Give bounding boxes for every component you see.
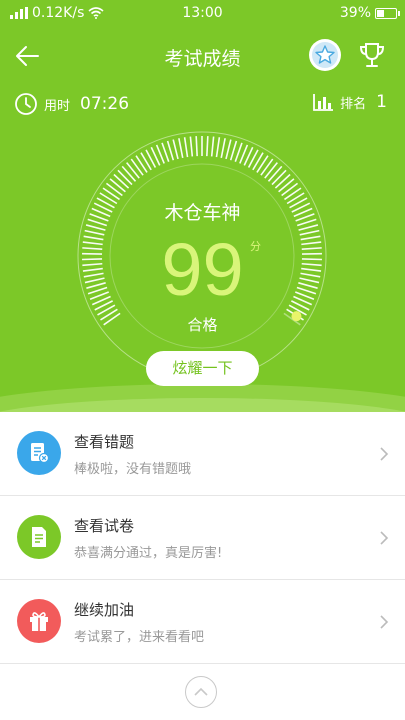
- clock-icon: [15, 93, 37, 115]
- gauge-tick: [278, 178, 295, 193]
- gauge-tick: [183, 137, 189, 158]
- gauge-tick: [189, 136, 194, 157]
- gauge-tick: [130, 158, 144, 176]
- gauge-tick: [113, 173, 130, 189]
- user-name: 木仓车神: [164, 202, 241, 224]
- gauge-tick: [260, 158, 274, 176]
- gauge-tick: [271, 169, 287, 186]
- favorite-button[interactable]: [309, 39, 341, 71]
- gauge-tick: [229, 140, 238, 161]
- list-item-exam-paper[interactable]: 查看试卷 恭喜满分通过，真是厉害!: [0, 496, 405, 580]
- elapsed-time: 用时 07:26: [14, 92, 129, 116]
- icon-circle: [17, 431, 61, 475]
- item-title: 继续加油: [74, 601, 135, 619]
- time-value: 07:26: [80, 94, 130, 114]
- time-label: 用时: [44, 98, 71, 114]
- item-subtitle: 考试累了，进来看看吧: [74, 630, 205, 645]
- gauge-tick: [256, 155, 269, 173]
- chevron-right-icon: [380, 447, 389, 461]
- battery-icon: [375, 7, 400, 19]
- action-list: 查看错题 棒极啦，没有错题哦 查看试卷 恭喜满分通过，真是厉害! 继续加油 考试…: [0, 412, 405, 664]
- gauge-tick: [210, 136, 215, 157]
- error-note-icon: [31, 443, 50, 464]
- gauge-tick: [281, 182, 299, 197]
- top-bar: 考试成绩: [0, 34, 405, 78]
- score-value: 99: [161, 228, 244, 311]
- gauge-tick: [220, 138, 226, 159]
- trophy-icon[interactable]: [356, 39, 388, 71]
- item-subtitle: 恭喜满分通过，真是厉害!: [74, 546, 223, 561]
- gauge-tick: [195, 136, 198, 157]
- icon-circle: [17, 599, 61, 643]
- scroll-up-button[interactable]: [185, 676, 217, 708]
- share-button[interactable]: 炫耀一下: [146, 351, 259, 386]
- gauge-tick: [264, 162, 278, 179]
- rank: 排名 1: [312, 92, 387, 112]
- icon-circle: [17, 515, 61, 559]
- gauge-tick: [215, 137, 221, 158]
- result-header: 0.12K/s 13:00 39% 考试成绩 用时 07:26 排名 1 木仓车…: [0, 0, 405, 412]
- list-item-keep-going[interactable]: 继续加油 考试累了，进来看看吧: [0, 580, 405, 664]
- gift-icon: [30, 612, 48, 631]
- rank-label: 排名: [340, 96, 367, 112]
- chevron-right-icon: [380, 531, 389, 545]
- star-icon: [312, 42, 338, 68]
- gauge-tick: [105, 182, 123, 197]
- chevron-up-icon: [194, 687, 208, 696]
- gauge-tick: [126, 162, 140, 179]
- gauge-tick: [166, 140, 175, 161]
- rank-value: 1: [376, 92, 387, 112]
- gauge-tick: [206, 136, 209, 157]
- item-title: 查看试卷: [74, 517, 135, 535]
- list-item-wrong-questions[interactable]: 查看错题 棒极啦，没有错题哦: [0, 412, 405, 496]
- gauge-tick: [117, 169, 133, 186]
- bar-chart-icon: [313, 94, 334, 111]
- item-title: 查看错题: [74, 433, 135, 451]
- battery-percent: 39%: [339, 5, 371, 21]
- page-title: 考试成绩: [164, 48, 241, 70]
- pass-status: 合格: [187, 316, 218, 334]
- gauge-tick: [274, 173, 291, 189]
- score-unit: 分: [250, 240, 261, 253]
- gauge-tick: [109, 178, 126, 193]
- gauge-tick: [121, 165, 137, 182]
- gauge-tick: [172, 139, 179, 160]
- gauge-tick: [178, 138, 184, 159]
- status-bar: 0.12K/s 13:00 39%: [0, 0, 405, 28]
- gauge-tick: [135, 155, 148, 173]
- chevron-right-icon: [380, 615, 389, 629]
- item-subtitle: 棒极啦，没有错题哦: [74, 462, 192, 477]
- gauge-tick: [267, 165, 283, 182]
- gauge-tick: [225, 139, 232, 160]
- document-icon: [32, 527, 46, 547]
